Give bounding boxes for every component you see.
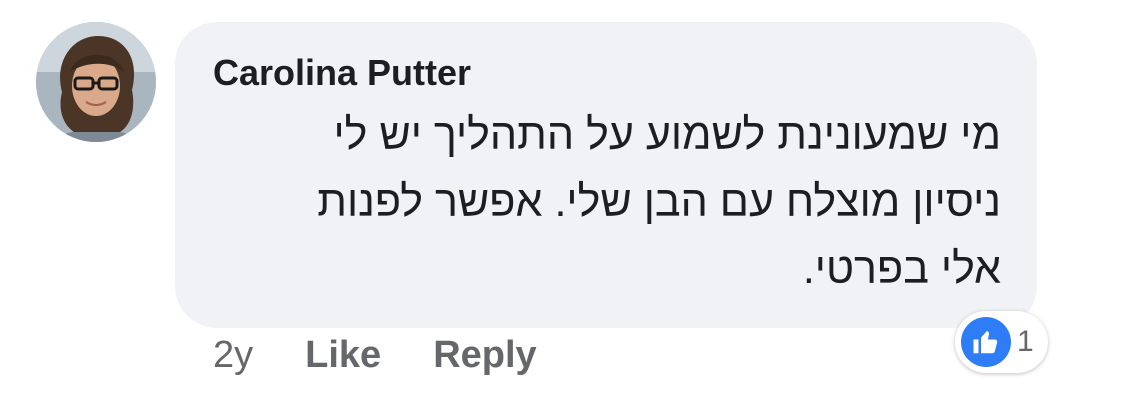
reaction-summary[interactable]: 1 <box>955 311 1048 373</box>
comment-text-line: ניסיון מוצלח עם הבן שלי. אפשר לפנות <box>317 178 1001 226</box>
comment-actions: 2y Like Reply <box>213 334 589 377</box>
profile-photo <box>36 22 156 142</box>
reply-button[interactable]: Reply <box>433 334 536 377</box>
comment-thread: Carolina Putter מי שמעונינת לשמוע על התה… <box>0 0 1125 414</box>
reaction-count: 1 <box>1017 325 1034 358</box>
comment-author[interactable]: Carolina Putter <box>213 50 1001 96</box>
like-button[interactable]: Like <box>305 334 381 377</box>
comment-bubble: Carolina Putter מי שמעונינת לשמוע על התה… <box>175 22 1037 328</box>
comment-text-line: אלי בפרטי. <box>802 245 1001 293</box>
thumbs-up-icon <box>961 317 1011 367</box>
comment-text-line: מי שמעונינת לשמוע על התהליך יש לי <box>333 111 1001 159</box>
avatar[interactable] <box>36 22 156 142</box>
comment-text: מי שמעונינת לשמוע על התהליך יש לי ניסיון… <box>213 102 1001 303</box>
comment-timestamp[interactable]: 2y <box>213 334 253 377</box>
